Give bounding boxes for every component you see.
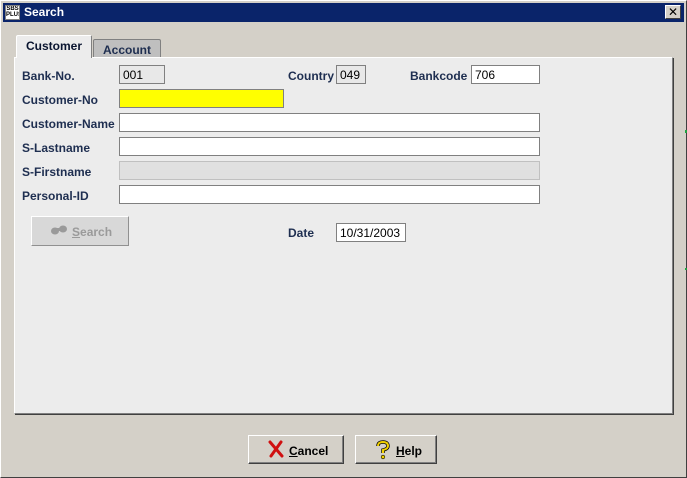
personal-id-label: Personal-ID bbox=[22, 189, 89, 203]
s-lastname-input[interactable] bbox=[119, 137, 540, 156]
country-field[interactable] bbox=[336, 65, 366, 84]
bank-no-label: Bank-No. bbox=[22, 69, 75, 83]
date-field[interactable] bbox=[336, 223, 406, 242]
date-label: Date bbox=[288, 226, 315, 240]
cancel-label: ancel bbox=[297, 444, 329, 458]
customer-no-label: Customer-No bbox=[22, 93, 99, 107]
search-label: earch bbox=[80, 225, 113, 239]
bank-no-field[interactable] bbox=[119, 65, 165, 84]
search-mnemonic: S bbox=[72, 225, 81, 239]
s-firstname-input[interactable] bbox=[119, 161, 540, 180]
question-mark-icon bbox=[374, 440, 392, 463]
bankcode-field[interactable] bbox=[471, 65, 540, 84]
cancel-mnemonic: C bbox=[289, 444, 298, 458]
help-mnemonic: H bbox=[396, 444, 405, 458]
help-button[interactable]: Help bbox=[355, 435, 437, 464]
search-dialog: SBSPLUS Search ✕ Customer Account Bank-N… bbox=[0, 0, 687, 478]
customer-no-input[interactable] bbox=[119, 89, 284, 108]
tab-customer[interactable]: Customer bbox=[16, 35, 92, 58]
red-x-icon bbox=[267, 440, 285, 461]
customer-name-label: Customer-Name bbox=[22, 117, 115, 131]
cancel-button[interactable]: Cancel bbox=[248, 435, 344, 464]
close-button[interactable]: ✕ bbox=[665, 5, 681, 19]
help-label: elp bbox=[404, 444, 423, 458]
app-logo-icon: SBSPLUS bbox=[5, 5, 20, 20]
tab-account[interactable]: Account bbox=[93, 39, 161, 59]
s-lastname-label: S-Lastname bbox=[22, 141, 91, 155]
customer-name-input[interactable] bbox=[119, 113, 540, 132]
search-button[interactable]: Search bbox=[31, 216, 129, 246]
binoculars-icon bbox=[50, 224, 68, 239]
title-bar[interactable]: SBSPLUS Search ✕ bbox=[3, 3, 684, 22]
window-title: Search bbox=[24, 5, 65, 19]
s-firstname-label: S-Firstname bbox=[22, 165, 92, 179]
personal-id-input[interactable] bbox=[119, 185, 540, 204]
country-label: Country bbox=[288, 69, 334, 83]
bankcode-label: Bankcode bbox=[410, 69, 468, 83]
